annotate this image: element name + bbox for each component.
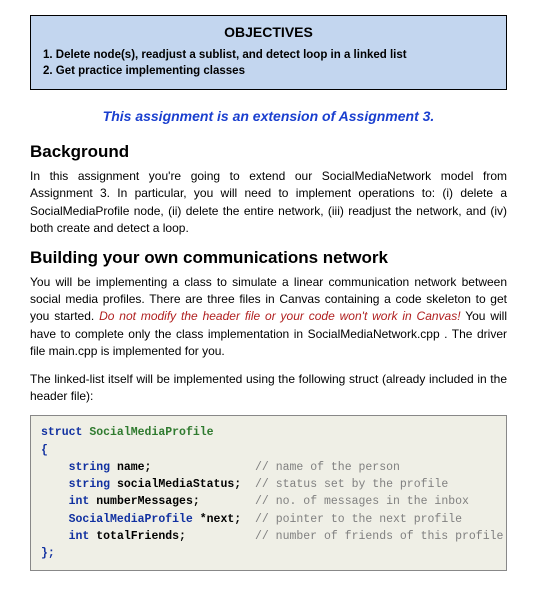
code-l5-comment: // number of friends of this profile — [255, 530, 503, 543]
code-l3-comment: // no. of messages in the inbox — [255, 495, 469, 508]
building-p1-warn: Do not modify the header file or your co… — [99, 309, 460, 323]
background-heading: Background — [30, 142, 507, 162]
objectives-box: OBJECTIVES 1. Delete node(s), readjust a… — [30, 15, 507, 90]
code-l1-comment: // name of the person — [255, 461, 400, 474]
code-brace-close: }; — [41, 547, 55, 560]
objectives-list: 1. Delete node(s), readjust a sublist, a… — [43, 48, 494, 79]
code-l4-comment: // pointer to the next profile — [255, 513, 462, 526]
code-l2-comment: // status set by the profile — [255, 478, 448, 491]
building-paragraph-1: You will be implementing a class to simu… — [30, 274, 507, 361]
code-l5-name: totalFriends; — [96, 530, 186, 543]
code-l3-type: int — [69, 495, 90, 508]
code-kw-struct: struct — [41, 426, 82, 439]
objectives-item-1: 1. Delete node(s), readjust a sublist, a… — [43, 48, 494, 64]
code-brace-open: { — [41, 444, 48, 457]
building-heading: Building your own communications network — [30, 248, 507, 268]
code-l2-type: string — [69, 478, 110, 491]
code-l1-type: string — [69, 461, 110, 474]
code-l1-name: name; — [117, 461, 152, 474]
code-l5-type: int — [69, 530, 90, 543]
code-block: struct SocialMediaProfile { string name;… — [30, 415, 507, 571]
document-page: OBJECTIVES 1. Delete node(s), readjust a… — [0, 0, 537, 591]
extension-note: This assignment is an extension of Assig… — [30, 108, 507, 124]
code-l4-name: *next; — [200, 513, 241, 526]
background-paragraph: In this assignment you're going to exten… — [30, 168, 507, 238]
code-l3-name: numberMessages; — [96, 495, 200, 508]
building-paragraph-2: The linked-list itself will be implement… — [30, 371, 507, 406]
objectives-item-2: 2. Get practice implementing classes — [43, 64, 494, 80]
code-l2-name: socialMediaStatus; — [117, 478, 241, 491]
objectives-title: OBJECTIVES — [43, 24, 494, 40]
code-type-name: SocialMediaProfile — [89, 426, 213, 439]
code-l4-type: SocialMediaProfile — [69, 513, 193, 526]
